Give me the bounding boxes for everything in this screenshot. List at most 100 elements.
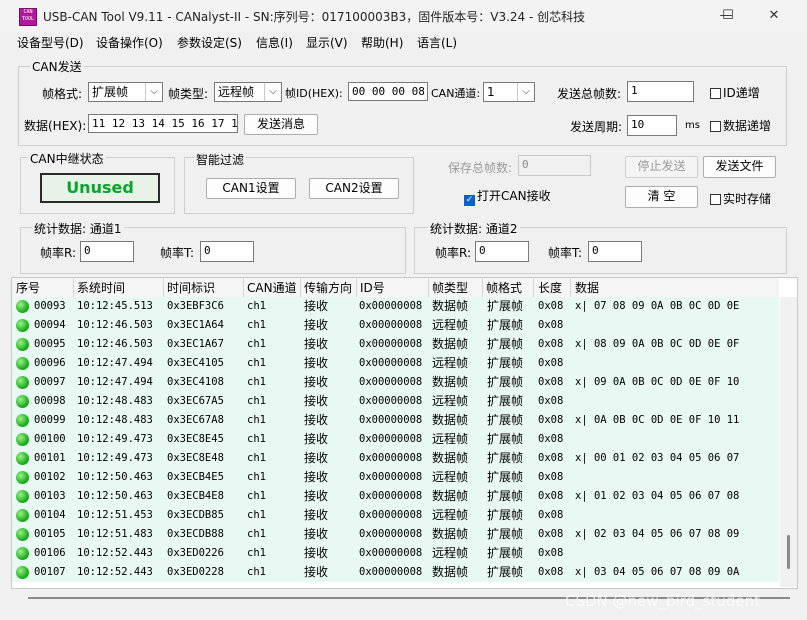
watermark: CSDN @new_bird_student (565, 592, 760, 610)
frame-id-input[interactable]: 00 00 00 08 (348, 82, 428, 101)
table-row[interactable]: 00095 10:12:46.503 0x3EC1A67 ch1 接收 0x0000000… (12, 335, 779, 354)
frame-format-select[interactable]: 扩展帧 ⌵ (88, 82, 163, 102)
table-header: 序号 系统时间 时间标识 CAN通道 传输方向 ID号 帧类型 帧格式 长度 数… (12, 278, 779, 298)
data-increment-checkbox[interactable]: 数据递增 (710, 117, 771, 134)
col-header-index[interactable]: 序号 (16, 279, 40, 296)
row-length: 0x08 (538, 509, 564, 521)
table-row[interactable]: 00099 10:12:48.483 0x3EC67A8 ch1 接收 0x0000000… (12, 411, 779, 430)
menu-info[interactable]: 信息(I) (256, 34, 293, 51)
status-dot-icon (16, 357, 29, 370)
menu-parameter-settings[interactable]: 参数设定(S) (177, 34, 242, 51)
table-row[interactable]: 00104 10:12:51.453 0x3ECDB85 ch1 接收 0x0000000… (12, 506, 779, 525)
row-frame-format: 扩展帧 (487, 356, 524, 370)
can-relay-group-label: CAN中继状态 (28, 150, 106, 167)
row-data: x| 07 08 09 0A 0B 0C 0D 0E (575, 300, 740, 312)
maximize-button[interactable]: ☐ (705, 4, 751, 28)
row-system-time: 10:12:51.453 (77, 509, 153, 521)
row-frame-format: 扩展帧 (487, 299, 524, 313)
menu-language[interactable]: 语言(L) (417, 34, 457, 51)
row-can-channel: ch1 (247, 490, 266, 502)
row-frame-type: 数据帧 (432, 413, 469, 427)
send-period-input[interactable]: 10 (627, 115, 677, 136)
table-row[interactable]: 00105 10:12:51.483 0x3ECDB88 ch1 接收 0x0000000… (12, 525, 779, 544)
col-header-can-channel[interactable]: CAN通道 (247, 279, 297, 296)
table-row[interactable]: 00098 10:12:48.483 0x3EC67A5 ch1 接收 0x0000000… (12, 392, 779, 411)
vertical-scrollbar[interactable] (780, 297, 797, 587)
scrollbar-thumb[interactable] (787, 535, 790, 569)
col-header-frame-format[interactable]: 帧格式 (486, 279, 522, 296)
menu-help[interactable]: 帮助(H) (361, 34, 403, 51)
table-row[interactable]: 00094 10:12:46.503 0x3EC1A64 ch1 接收 0x0000000… (12, 316, 779, 335)
table-row[interactable]: 00093 10:12:45.513 0x3EBF3C6 ch1 接收 0x0000000… (12, 297, 779, 316)
row-system-time: 10:12:50.463 (77, 471, 153, 483)
message-table[interactable]: 序号 系统时间 时间标识 CAN通道 传输方向 ID号 帧类型 帧格式 长度 数… (11, 277, 798, 589)
table-row[interactable]: 00103 10:12:50.463 0x3ECB4E8 ch1 接收 0x0000000… (12, 487, 779, 506)
table-row[interactable]: 00102 10:12:50.463 0x3ECB4E5 ch1 接收 0x0000000… (12, 468, 779, 487)
row-system-time: 10:12:48.483 (77, 395, 153, 407)
row-id: 0x00000008 (359, 300, 423, 312)
row-data: x| 02 03 04 05 06 07 08 09 (575, 528, 740, 540)
menu-device-operation[interactable]: 设备操作(O) (96, 34, 163, 51)
status-dot-icon (16, 338, 29, 351)
can2-settings-button[interactable]: CAN2设置 (309, 178, 399, 199)
row-timestamp: 0x3EC4108 (167, 376, 224, 388)
row-id: 0x00000008 (359, 395, 423, 407)
col-header-length[interactable]: 长度 (538, 279, 562, 296)
total-frames-label: 发送总帧数: (557, 87, 622, 101)
row-can-channel: ch1 (247, 471, 266, 483)
data-input[interactable]: 11 12 13 14 15 16 17 18 (88, 114, 238, 133)
status-dot-icon (16, 566, 29, 579)
col-header-direction[interactable]: 传输方向 (304, 279, 352, 296)
row-can-channel: ch1 (247, 452, 266, 464)
row-index: 00105 (34, 528, 66, 540)
id-increment-checkbox[interactable]: ID递增 (710, 84, 760, 101)
send-message-button[interactable]: 发送消息 (244, 114, 318, 135)
clear-button[interactable]: 清 空 (625, 186, 698, 208)
saved-frames-input[interactable]: 0 (518, 155, 591, 176)
realtime-save-checkbox[interactable]: 实时存储 (710, 190, 771, 207)
can1-settings-button[interactable]: CAN1设置 (206, 178, 296, 199)
row-length: 0x08 (538, 376, 564, 388)
chevron-down-icon: ⌵ (145, 83, 162, 101)
row-frame-format: 扩展帧 (487, 489, 524, 503)
can-channel-select[interactable]: 1 ⌵ (483, 82, 535, 102)
menu-device-model[interactable]: 设备型号(D) (17, 34, 84, 51)
row-id: 0x00000008 (359, 509, 423, 521)
row-index: 00099 (34, 414, 66, 426)
row-direction: 接收 (304, 375, 329, 389)
checkbox-icon (710, 194, 721, 205)
close-button[interactable]: ✕ (751, 4, 797, 28)
maximize-icon: ☐ (722, 8, 734, 23)
table-row[interactable]: 00107 10:12:52.443 0x3ED0228 ch1 接收 0x0000000… (12, 563, 779, 582)
table-row[interactable]: 00097 10:12:47.494 0x3EC4108 ch1 接收 0x0000000… (12, 373, 779, 392)
frame-type-select[interactable]: 远程帧 ⌵ (214, 82, 282, 102)
col-header-system-time[interactable]: 系统时间 (77, 279, 125, 296)
open-can-receive-checkbox[interactable]: ✓ 打开CAN接收 (464, 187, 551, 206)
row-id: 0x00000008 (359, 357, 423, 369)
row-system-time: 10:12:46.503 (77, 338, 153, 350)
send-file-button[interactable]: 发送文件 (703, 156, 776, 178)
checkmark-icon: ✓ (464, 195, 475, 206)
col-header-frame-type[interactable]: 帧类型 (432, 279, 468, 296)
row-data: x| 00 01 02 03 04 05 06 07 (575, 452, 740, 464)
row-frame-type: 数据帧 (432, 337, 469, 351)
menu-display[interactable]: 显示(V) (306, 34, 348, 51)
stop-send-button[interactable]: 停止发送 (625, 156, 698, 178)
row-length: 0x08 (538, 547, 564, 559)
app-icon: CAN TOOL (19, 8, 37, 26)
row-index: 00103 (34, 490, 66, 502)
can-channel-label: CAN通道: (431, 87, 481, 100)
table-row[interactable]: 00101 10:12:49.473 0x3EC8E48 ch1 接收 0x0000000… (12, 449, 779, 468)
col-header-timestamp[interactable]: 时间标识 (167, 279, 215, 296)
ch1-rate-t-value: 0 (200, 241, 254, 262)
table-row[interactable]: 00100 10:12:49.473 0x3EC8E45 ch1 接收 0x0000000… (12, 430, 779, 449)
col-header-id[interactable]: ID号 (360, 279, 385, 296)
row-can-channel: ch1 (247, 509, 266, 521)
table-row[interactable]: 00096 10:12:47.494 0x3EC4105 ch1 接收 0x0000000… (12, 354, 779, 373)
row-system-time: 10:12:49.473 (77, 433, 153, 445)
total-frames-input[interactable]: 1 (627, 81, 694, 102)
col-header-data[interactable]: 数据 (575, 279, 599, 296)
table-row[interactable]: 00106 10:12:52.443 0x3ED0226 ch1 接收 0x0000000… (12, 544, 779, 563)
row-timestamp: 0x3EC1A67 (167, 338, 224, 350)
row-length: 0x08 (538, 395, 564, 407)
